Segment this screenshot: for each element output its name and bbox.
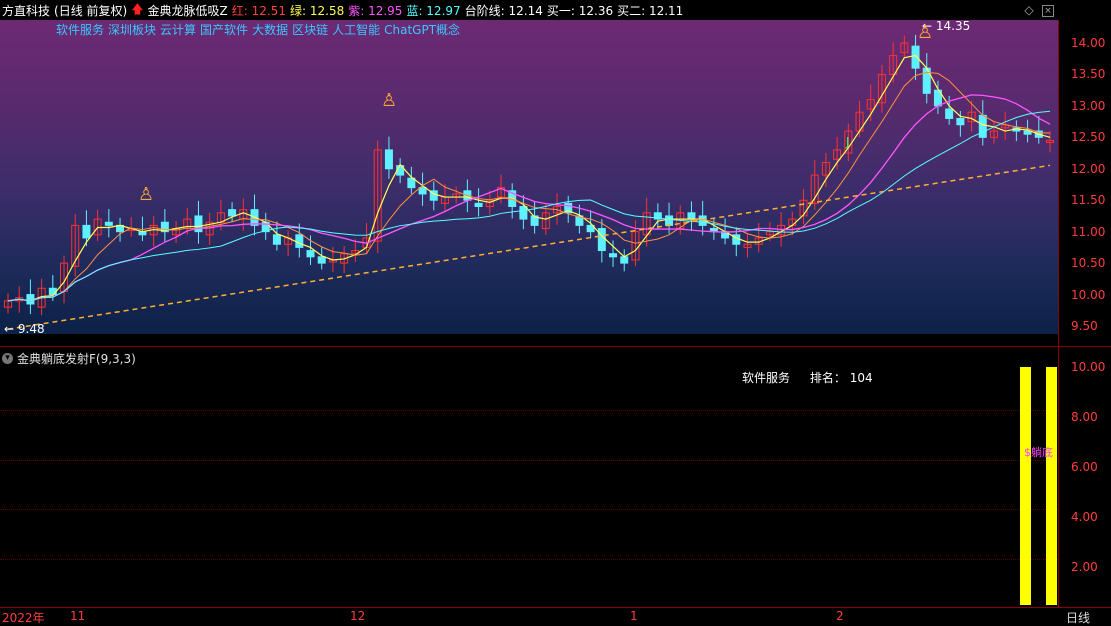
time-label-dec: 12 bbox=[350, 609, 366, 623]
indicator-chart: $躺底 bbox=[1020, 367, 1057, 605]
indicator-tick: 4.00 bbox=[1071, 510, 1098, 524]
time-label-nov: 11 bbox=[70, 609, 86, 623]
price-tick: 11.00 bbox=[1071, 224, 1106, 239]
indicator-tick: 10.00 bbox=[1071, 360, 1106, 374]
price-tick: 12.00 bbox=[1071, 161, 1106, 176]
price-tick: 11.50 bbox=[1071, 193, 1106, 208]
price-tick: 10.00 bbox=[1071, 287, 1106, 302]
price-tick: 14.00 bbox=[1071, 36, 1106, 50]
indicator-tick: 8.00 bbox=[1071, 410, 1098, 424]
signal-bar bbox=[1046, 367, 1057, 605]
time-label-feb: 2 bbox=[836, 609, 844, 623]
price-tick: 13.50 bbox=[1071, 67, 1106, 82]
signal-bar bbox=[1020, 367, 1031, 605]
chart-window: ← 14.35← 9.48财J♙♙♙ 方直科技 (日线 前复权) 🡅 金典龙脉低… bbox=[0, 0, 1111, 626]
time-axis[interactable] bbox=[0, 607, 1111, 625]
indicator-tick: 2.00 bbox=[1071, 560, 1098, 574]
time-label-year: 2022年 bbox=[2, 611, 45, 625]
price-tick: 12.50 bbox=[1071, 130, 1106, 145]
price-axis[interactable]: 14.00 13.50 13.00 12.50 12.00 11.50 11.00 10.50… bbox=[1058, 20, 1111, 607]
period-label[interactable]: 日线 bbox=[1066, 609, 1090, 626]
price-tick: 9.50 bbox=[1071, 319, 1098, 333]
price-tick: 10.50 bbox=[1071, 256, 1106, 271]
indicator-tick: 6.00 bbox=[1071, 460, 1098, 474]
price-tick: 13.00 bbox=[1071, 98, 1106, 113]
signal-text: $躺底 bbox=[1024, 445, 1053, 459]
time-label-jan: 1 bbox=[630, 609, 638, 623]
